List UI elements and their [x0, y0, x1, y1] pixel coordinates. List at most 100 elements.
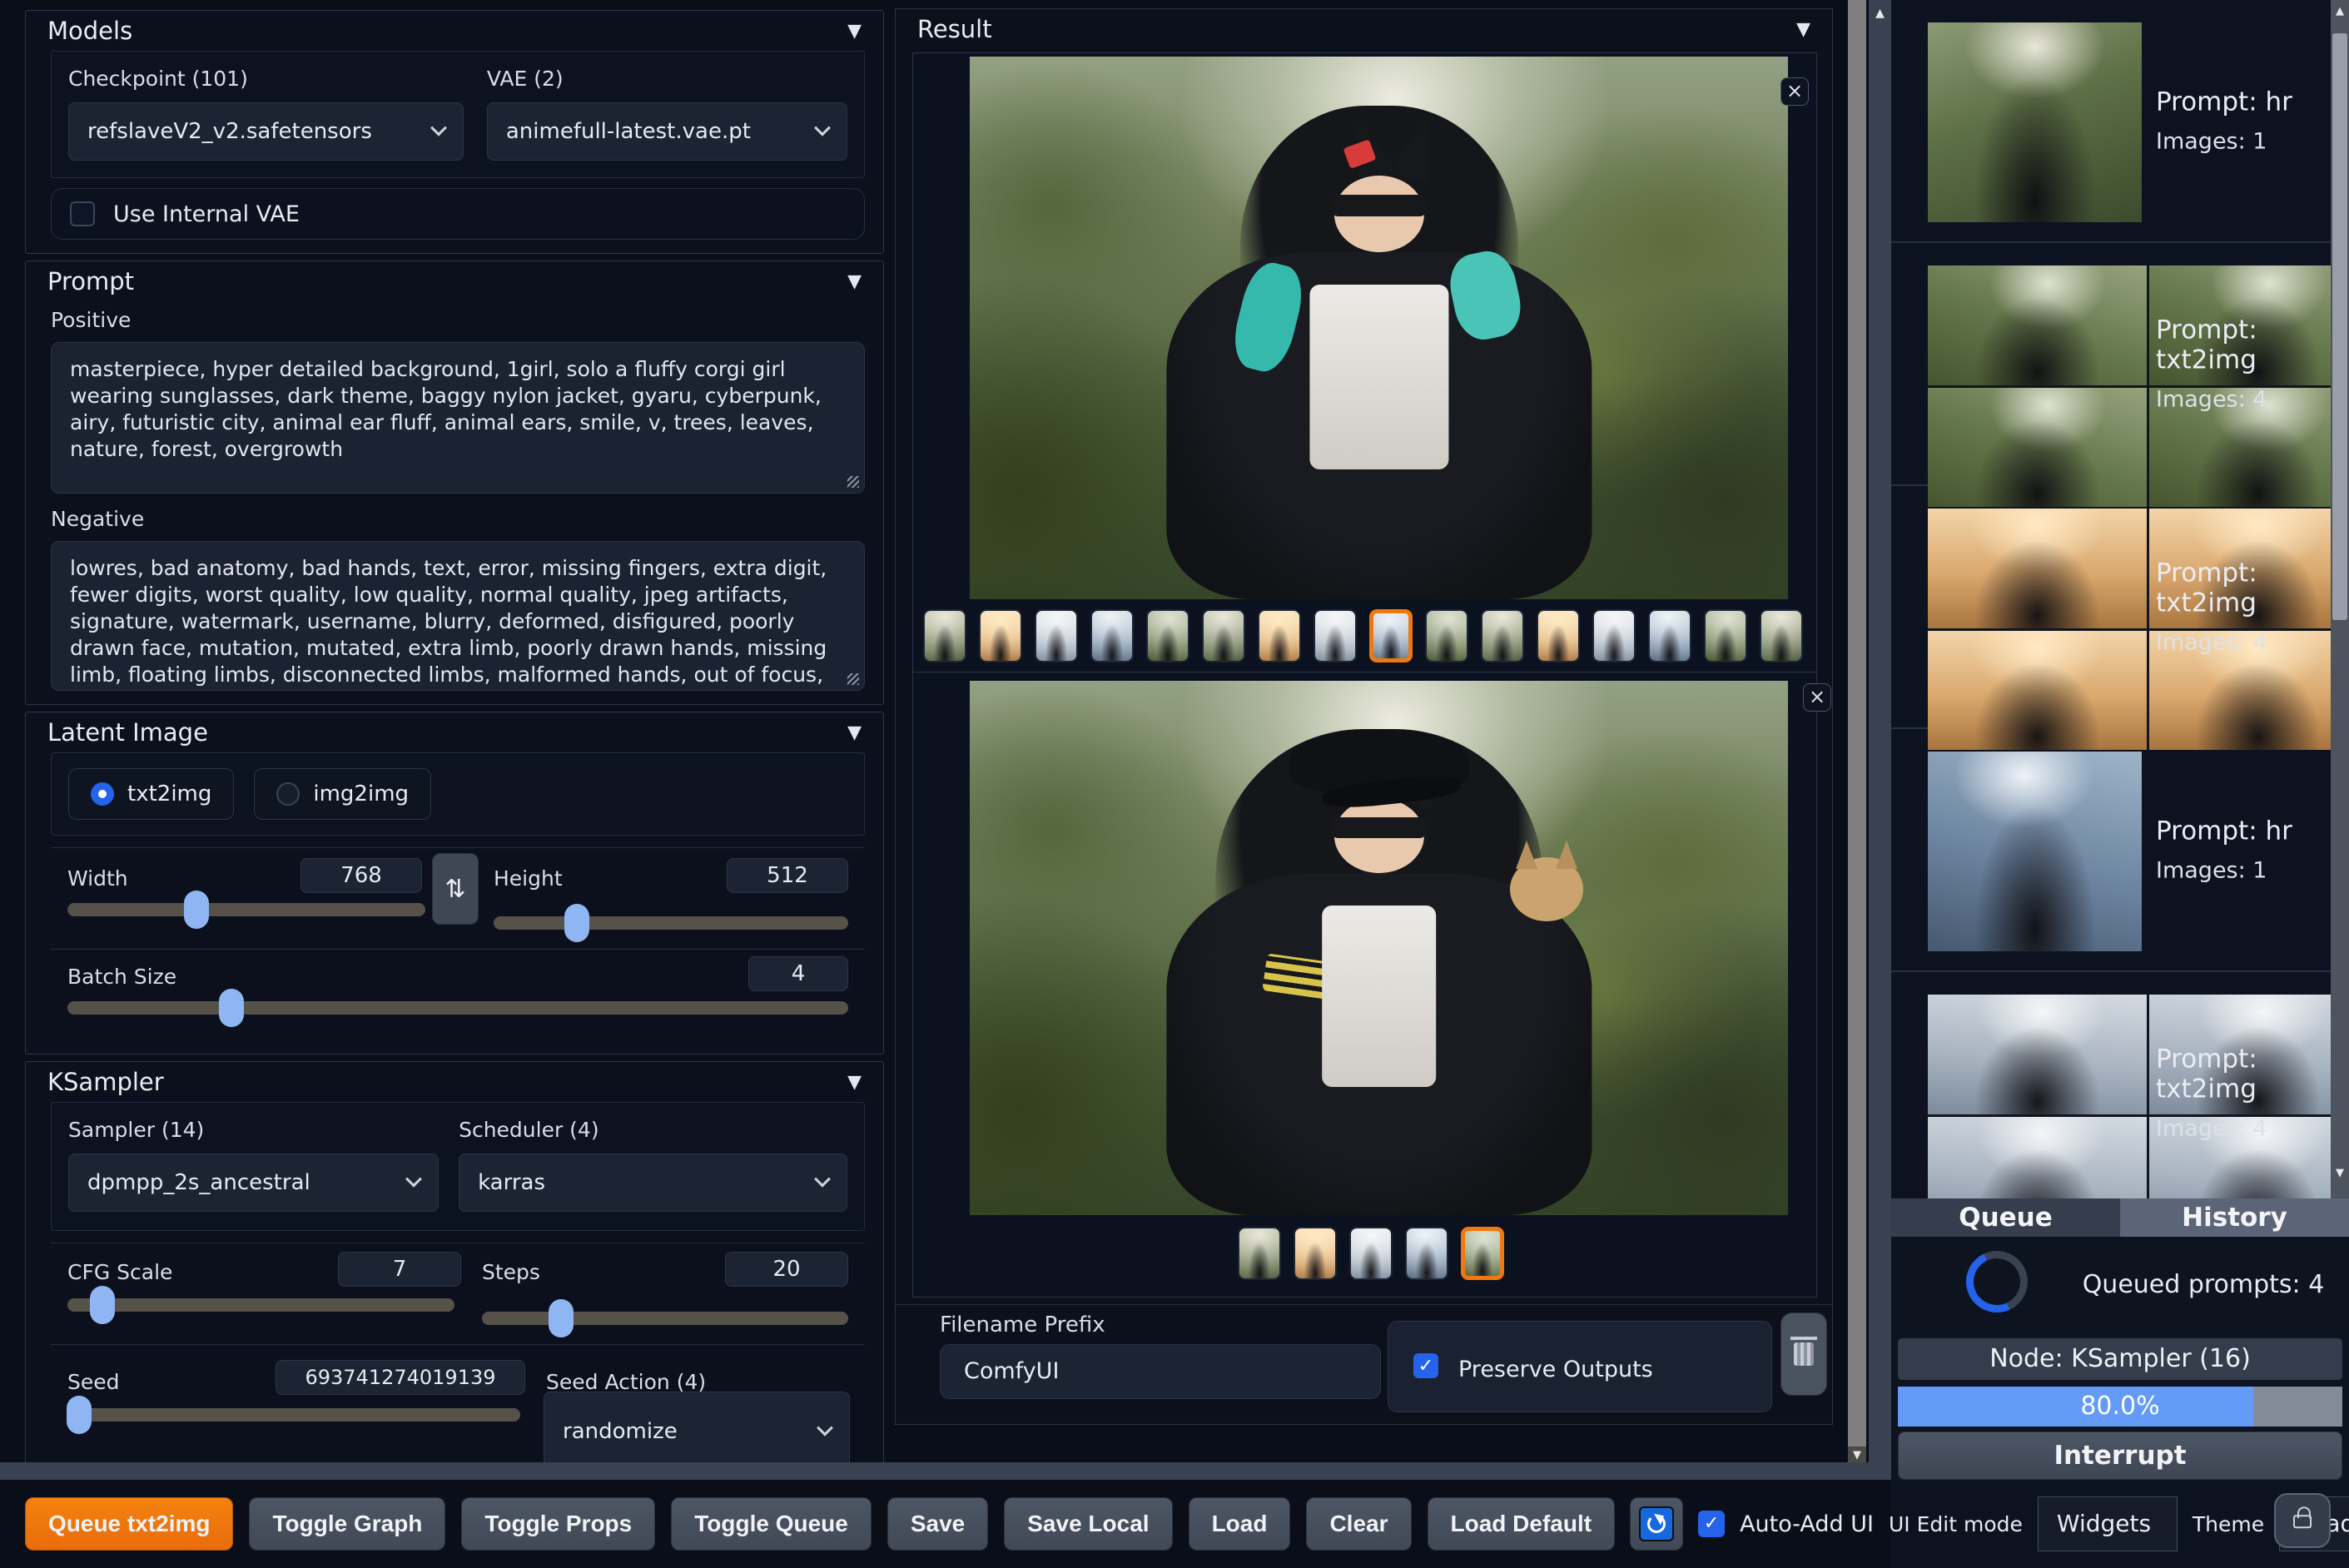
toggle-props-button[interactable]: Toggle Props: [461, 1497, 656, 1551]
gallery-thumbnail[interactable]: [979, 609, 1022, 662]
gallery-thumbnail-selected[interactable]: [1369, 609, 1413, 662]
gallery-thumbnail[interactable]: [1537, 609, 1580, 662]
toggle-queue-button[interactable]: Toggle Queue: [671, 1497, 872, 1551]
history-item[interactable]: Prompt: txt2img Images: 4: [1891, 486, 2331, 750]
seed-slider[interactable]: [67, 1396, 520, 1434]
gallery-thumbnail[interactable]: [1314, 609, 1357, 662]
auto-add-ui-checkbox[interactable]: ✓: [1698, 1511, 1726, 1537]
save-button[interactable]: Save: [886, 1497, 989, 1551]
horizontal-scrollbar[interactable]: [0, 1462, 1891, 1480]
collapse-triangle-icon[interactable]: ▼: [847, 271, 862, 292]
steps-slider-handle[interactable]: [548, 1299, 574, 1337]
history-thumbnail[interactable]: [1928, 752, 2142, 951]
gallery-thumbnail[interactable]: [923, 609, 966, 662]
use-internal-vae-row[interactable]: Use Internal VAE: [51, 188, 865, 240]
height-slider-handle[interactable]: [564, 904, 590, 942]
middle-scrollbar-thumb[interactable]: [1848, 0, 1866, 1446]
batch-size-input[interactable]: 4: [748, 956, 848, 991]
interrupt-button[interactable]: Interrupt: [1898, 1432, 2342, 1480]
gallery-thumbnail[interactable]: [1405, 1227, 1448, 1280]
gallery-thumbnail[interactable]: [1592, 609, 1636, 662]
history-item[interactable]: Prompt: hr Images: 1: [1891, 729, 2331, 972]
preserve-outputs-checkbox[interactable]: ✓: [1413, 1353, 1438, 1378]
queue-txt2img-button[interactable]: Queue txt2img: [25, 1497, 234, 1551]
delete-outputs-button[interactable]: [1780, 1312, 1827, 1396]
cfg-scale-slider-handle[interactable]: [89, 1286, 115, 1324]
history-thumbnail[interactable]: [1928, 995, 2147, 1114]
scroll-up-icon[interactable]: ▲: [1869, 7, 1891, 20]
save-local-button[interactable]: Save Local: [1004, 1497, 1173, 1551]
steps-slider[interactable]: [482, 1299, 848, 1337]
clear-button[interactable]: Clear: [1306, 1497, 1412, 1551]
gallery-thumbnail[interactable]: [1704, 609, 1747, 662]
scheduler-select[interactable]: karras: [459, 1154, 847, 1212]
mode-img2img[interactable]: img2img: [254, 768, 432, 820]
refresh-button[interactable]: [1630, 1497, 1684, 1551]
sampler-select[interactable]: dpmpp_2s_ancestral: [68, 1154, 440, 1212]
collapse-triangle-icon[interactable]: ▼: [847, 722, 862, 743]
lock-button[interactable]: [2274, 1493, 2331, 1548]
negative-prompt-textarea[interactable]: lowres, bad anatomy, bad hands, text, er…: [51, 541, 865, 691]
checkpoint-select[interactable]: refslaveV2_v2.safetensors: [68, 102, 464, 161]
gallery-thumbnail[interactable]: [1760, 609, 1803, 662]
gallery-thumbnail[interactable]: [1202, 609, 1245, 662]
gallery-thumbnail[interactable]: [1648, 609, 1691, 662]
gallery-thumbnail[interactable]: [1294, 1227, 1337, 1280]
history-thumbnail[interactable]: [1928, 509, 2147, 628]
load-default-button[interactable]: Load Default: [1427, 1497, 1616, 1551]
width-input[interactable]: 768: [300, 858, 422, 893]
ksampler-header[interactable]: KSampler ▼: [26, 1062, 883, 1102]
scroll-down-icon[interactable]: ▼: [2331, 1167, 2349, 1179]
height-slider[interactable]: [494, 904, 848, 942]
gallery-thumbnail[interactable]: [1238, 1227, 1281, 1280]
seed-slider-handle[interactable]: [67, 1396, 92, 1434]
filename-prefix-input[interactable]: ComfyUI: [940, 1344, 1381, 1399]
gallery-thumbnail[interactable]: [1146, 609, 1189, 662]
result-header[interactable]: Result ▼: [896, 9, 1832, 49]
right-scrollbar-thumb[interactable]: [2332, 33, 2347, 620]
collapse-triangle-icon[interactable]: ▼: [847, 1072, 862, 1093]
close-icon[interactable]: ×: [1780, 77, 1809, 106]
collapse-triangle-icon[interactable]: ▼: [847, 21, 862, 42]
outer-scrollbar-track[interactable]: ▲: [1869, 0, 1891, 1480]
history-thumbnail[interactable]: [1928, 22, 2142, 222]
height-input[interactable]: 512: [727, 858, 848, 893]
gallery-thumbnail-selected[interactable]: [1461, 1227, 1504, 1280]
history-thumbnail[interactable]: [1928, 1116, 2147, 1198]
batch-size-slider-handle[interactable]: [218, 989, 244, 1027]
history-thumbnail[interactable]: [1928, 265, 2147, 385]
width-slider[interactable]: [67, 891, 425, 929]
swap-dimensions-button[interactable]: ⇅: [432, 853, 479, 925]
load-button[interactable]: Load: [1188, 1497, 1291, 1551]
right-scrollbar[interactable]: ▲ ▼: [2331, 0, 2349, 1198]
seed-action-select[interactable]: randomize: [544, 1392, 850, 1462]
history-item[interactable]: Prompt: hr Images: 1: [1891, 0, 2331, 243]
mode-txt2img[interactable]: txt2img: [68, 768, 235, 820]
collapse-triangle-icon[interactable]: ▼: [1796, 19, 1810, 40]
seed-input[interactable]: 693741274019139: [276, 1360, 525, 1395]
positive-prompt-textarea[interactable]: masterpiece, hyper detailed background, …: [51, 342, 865, 494]
gallery-thumbnail[interactable]: [1349, 1227, 1393, 1280]
gallery-thumbnail[interactable]: [1425, 609, 1468, 662]
use-internal-vae-checkbox[interactable]: [70, 201, 95, 226]
toggle-graph-button[interactable]: Toggle Graph: [249, 1497, 446, 1551]
generated-image-1[interactable]: [970, 57, 1788, 599]
steps-input[interactable]: 20: [725, 1252, 848, 1287]
vae-select[interactable]: animefull-latest.vae.pt: [486, 102, 847, 161]
gallery-thumbnail[interactable]: [1090, 609, 1134, 662]
tab-queue[interactable]: Queue: [1891, 1198, 2120, 1237]
tab-history[interactable]: History: [2120, 1198, 2349, 1237]
history-item[interactable]: Prompt: txt2img Images: 4: [1891, 243, 2331, 507]
batch-size-slider[interactable]: [67, 989, 848, 1027]
scroll-up-icon[interactable]: ▲: [2331, 5, 2349, 17]
gallery-thumbnail[interactable]: [1481, 609, 1524, 662]
gallery-thumbnail[interactable]: [1258, 609, 1301, 662]
preserve-outputs-card[interactable]: ✓ Preserve Outputs: [1388, 1321, 1772, 1412]
widgets-select[interactable]: Widgets: [2037, 1496, 2178, 1551]
cfg-scale-slider[interactable]: [67, 1286, 454, 1324]
close-icon[interactable]: ×: [1803, 683, 1831, 712]
prompt-header[interactable]: Prompt ▼: [26, 261, 883, 301]
history-item[interactable]: Prompt: txt2img Images: 4: [1891, 972, 2331, 1198]
cfg-scale-input[interactable]: 7: [338, 1252, 461, 1287]
generated-image-2[interactable]: [970, 681, 1788, 1215]
